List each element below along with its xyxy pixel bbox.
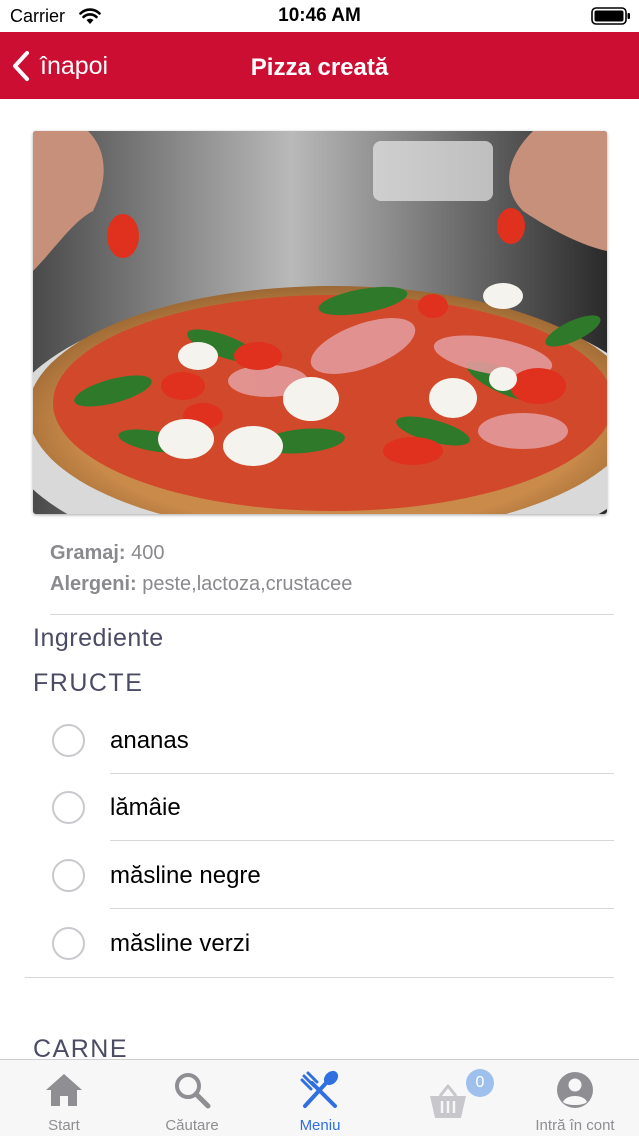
tab-label: Căutare	[165, 1117, 219, 1134]
tab-menu[interactable]: Meniu	[256, 1060, 384, 1136]
group-divider	[25, 977, 614, 978]
tab-start[interactable]: Start	[0, 1060, 128, 1136]
ingredient-row-masline-negre[interactable]: măsline negre	[33, 842, 614, 909]
tab-account[interactable]: Intră în cont	[511, 1060, 639, 1136]
status-bar: Carrier 10:46 AM	[0, 0, 639, 32]
ingredient-row-masline-verzi[interactable]: măsline verzi	[33, 910, 614, 977]
cart-count-badge: 0	[466, 1069, 494, 1097]
allergens-value: peste,lactoza,crustacee	[142, 573, 353, 595]
tab-cart[interactable]	[384, 1060, 512, 1136]
radio-button[interactable]	[52, 927, 85, 960]
row-separator	[110, 908, 614, 909]
pizza-photo	[33, 131, 607, 514]
tab-search[interactable]: Căutare	[128, 1060, 256, 1136]
basket-icon	[430, 1084, 466, 1118]
tab-label: Meniu	[299, 1117, 341, 1134]
account-icon	[557, 1072, 593, 1108]
weight-value: 400	[131, 542, 165, 564]
ingredient-label: ananas	[110, 727, 189, 754]
tab-label: Intră în cont	[535, 1117, 615, 1134]
search-icon	[175, 1073, 211, 1109]
ingredient-row-ananas[interactable]: ananas	[33, 707, 614, 774]
weight-label: Gramaj:	[50, 542, 126, 564]
home-icon	[46, 1074, 82, 1106]
radio-button[interactable]	[52, 791, 85, 824]
weight-info: Gramaj: 400	[50, 542, 165, 565]
radio-button[interactable]	[52, 859, 85, 892]
tab-label: Start	[48, 1117, 80, 1134]
row-separator	[110, 840, 614, 841]
group-title-fructe: FRUCTE	[33, 669, 144, 697]
tab-bar: Start Căutare Meniu Intră în cont	[0, 1059, 639, 1136]
allergens-label: Alergeni:	[50, 573, 137, 595]
ingredient-row-lamaie[interactable]: lămâie	[33, 774, 614, 841]
ingredient-label: măsline negre	[110, 862, 261, 889]
allergens-info: Alergeni: peste,lactoza,crustacee	[50, 573, 352, 596]
battery-icon	[591, 7, 630, 25]
clock: 10:46 AM	[278, 5, 361, 26]
ingredient-label: măsline verzi	[110, 930, 251, 957]
page-title: Pizza creată	[250, 54, 389, 81]
navigation-bar: înapoi Pizza creată	[0, 32, 639, 99]
ingredients-title: Ingrediente	[33, 624, 164, 652]
divider	[50, 614, 614, 615]
radio-button[interactable]	[52, 724, 85, 757]
ingredient-label: lămâie	[110, 794, 181, 821]
utensils-icon	[300, 1070, 339, 1108]
